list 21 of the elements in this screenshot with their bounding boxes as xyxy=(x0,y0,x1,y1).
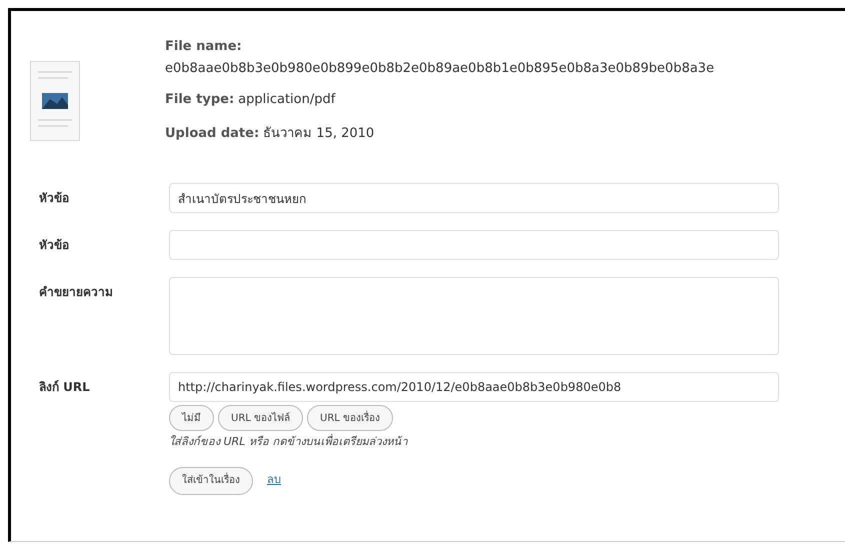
description-field[interactable] xyxy=(169,277,779,355)
file-type-label: File type: xyxy=(165,91,234,109)
url-field[interactable]: http://charinyak.files.wordpress.com/2010/12/e0b8aae0b8b3e0b980e0b8 xyxy=(169,372,779,402)
upload-date-value: ธันวาคม 15, 2010 xyxy=(263,124,374,142)
file-type-value: application/pdf xyxy=(238,91,336,109)
field-label: หัวข้อ xyxy=(38,237,70,254)
delete-link[interactable]: ลบ xyxy=(267,472,281,489)
insert-button[interactable]: ใส่เข้าในเรื่อง xyxy=(169,466,253,494)
link-option-button[interactable]: URL ของไฟล์ xyxy=(218,405,304,431)
help-text: ใส่ลิงก์ของ URL หรือ กดข้างบนเพื่อเตรียมล่วงหน้า xyxy=(169,434,409,450)
document-thumbnail-icon xyxy=(30,61,80,141)
link-option-button[interactable]: URL ของเรื่อง xyxy=(307,405,394,431)
text-field[interactable]: สำเนาบัตรประชาชนหยก xyxy=(169,183,779,213)
link-option-button[interactable]: ไม่มี xyxy=(169,405,214,431)
file-name-label: File name: xyxy=(165,38,243,56)
field-label: หัวข้อ xyxy=(38,190,70,207)
file-name-value: e0b8aae0b8b3e0b980e0b899e0b8b2e0b89ae0b8b1e0b895e0b8a3e0b89be0b8a3e xyxy=(165,60,714,78)
upload-date-label: Upload date: xyxy=(165,124,260,142)
field-label: ลิงก์ URL xyxy=(38,379,91,396)
text-field[interactable] xyxy=(169,230,779,260)
field-label: คำขยายความ xyxy=(38,284,114,301)
